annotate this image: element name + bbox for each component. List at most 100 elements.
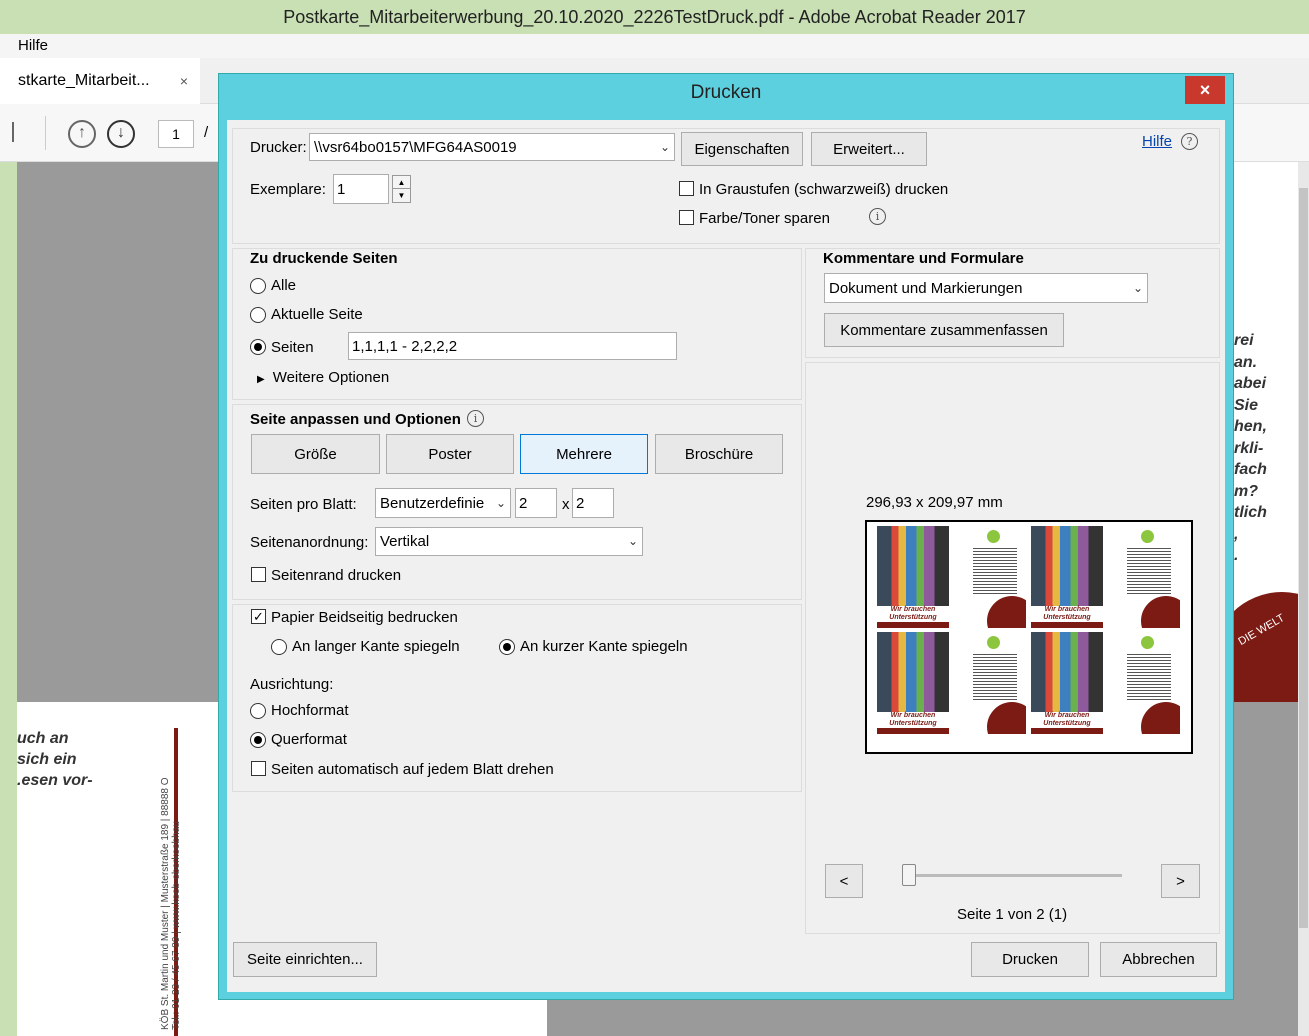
short-edge-radio[interactable] bbox=[499, 639, 515, 655]
save-toner-label: Farbe/Toner sparen bbox=[699, 210, 830, 227]
save-toner-checkbox[interactable] bbox=[679, 210, 694, 225]
preview-card: Wir brauchen Unterstützung bbox=[1031, 526, 1180, 628]
landscape-radio[interactable] bbox=[250, 732, 266, 748]
card-photo bbox=[1031, 526, 1103, 606]
stepper-down-icon[interactable]: ▼ bbox=[393, 189, 410, 202]
doc-text-line: Sie bbox=[1234, 396, 1259, 414]
pages-range-label: Seiten bbox=[271, 339, 314, 356]
landscape-label: Querformat bbox=[271, 731, 347, 748]
card-text bbox=[973, 548, 1017, 596]
card-wedge bbox=[987, 702, 1026, 734]
doc-text-line: .esen vor- bbox=[17, 772, 93, 789]
advanced-button[interactable]: Erweitert... bbox=[811, 132, 927, 166]
print-border-checkbox[interactable] bbox=[251, 567, 266, 582]
phone-line: Tel.: 01 23 / 45 67 89 | www.koeb-oberko… bbox=[171, 821, 182, 1030]
address-line: KÖB St. Martin und Muster | Musterstraße… bbox=[160, 777, 171, 1030]
card-caption-line: Wir brauchen bbox=[1044, 712, 1090, 719]
page-setup-button[interactable]: Seite einrichten... bbox=[233, 942, 377, 977]
doc-text-line: . bbox=[1234, 547, 1239, 564]
pages-per-sheet-label: Seiten pro Blatt: bbox=[250, 496, 357, 513]
document-left-text: uch an sich ein .esen vor- bbox=[17, 728, 93, 791]
pages-current-radio[interactable] bbox=[250, 307, 266, 323]
copies-input[interactable]: 1 bbox=[333, 174, 389, 204]
next-page-icon[interactable]: ↓ bbox=[107, 120, 135, 148]
comments-select[interactable]: Dokument und Markierungen ⌄ bbox=[824, 273, 1148, 303]
info-icon[interactable]: i bbox=[869, 208, 886, 225]
doc-text-line: abei bbox=[1234, 375, 1267, 392]
help-icon[interactable]: ? bbox=[1181, 133, 1198, 150]
preview-slider-thumb[interactable] bbox=[902, 864, 916, 886]
window-title: Postkarte_Mitarbeiterwerbung_20.10.2020_… bbox=[0, 0, 1309, 34]
card-caption-line: Unterstützung bbox=[889, 614, 937, 621]
next-page-button[interactable]: > bbox=[1161, 864, 1200, 898]
preview-card: Wir brauchen Unterstützung bbox=[877, 632, 1026, 734]
chevron-down-icon: ⌄ bbox=[659, 140, 670, 154]
printer-select[interactable]: \\vsr64bo0157\MFG64AS0019 ⌄ bbox=[309, 133, 675, 161]
short-edge-label: An kurzer Kante spiegeln bbox=[520, 638, 688, 655]
dialog-title: Drucken bbox=[690, 82, 762, 103]
pages-range-radio[interactable] bbox=[250, 339, 266, 355]
doc-text-line: fach bbox=[1234, 461, 1267, 478]
document-right-text: rei an. abei Sie hen, rkli- fach m? tlic… bbox=[1234, 330, 1267, 567]
page-number-input[interactable]: 1 bbox=[158, 120, 194, 148]
vertical-scrollbar[interactable] bbox=[1298, 162, 1309, 1036]
fit-info-icon[interactable]: i bbox=[467, 410, 484, 427]
tab-close-icon[interactable]: × bbox=[180, 58, 188, 104]
more-options-toggle[interactable]: ▶ Weitere Optionen bbox=[257, 369, 389, 386]
left-strip bbox=[0, 162, 17, 1036]
doc-text-line: tlich bbox=[1234, 504, 1267, 521]
duplex-checkbox[interactable]: ✓ bbox=[251, 609, 266, 624]
grayscale-checkbox[interactable] bbox=[679, 181, 694, 196]
portrait-radio[interactable] bbox=[250, 703, 266, 719]
doc-text-line: rkli- bbox=[1234, 439, 1264, 457]
columns-input[interactable]: 2 bbox=[515, 488, 557, 518]
zoom-search-icon[interactable] bbox=[2, 122, 14, 142]
document-page-right: rei an. abei Sie hen, rkli- fach m? tlic… bbox=[1232, 162, 1298, 702]
card-photo bbox=[1031, 632, 1103, 712]
preview-card: Wir brauchen Unterstützung bbox=[877, 526, 1026, 628]
poster-button[interactable]: Poster bbox=[386, 434, 514, 474]
triangle-right-icon: ▶ bbox=[257, 374, 265, 385]
preview-card: Wir brauchen Unterstützung bbox=[1031, 632, 1180, 734]
rows-input[interactable]: 2 bbox=[572, 488, 614, 518]
previous-page-icon[interactable]: ↑ bbox=[68, 120, 96, 148]
close-button[interactable]: × bbox=[1185, 76, 1225, 104]
cancel-button[interactable]: Abbrechen bbox=[1100, 942, 1217, 977]
card-bar bbox=[1031, 622, 1103, 628]
card-photo bbox=[877, 632, 949, 712]
pages-all-radio[interactable] bbox=[250, 278, 266, 294]
pages-range-input[interactable]: 1,1,1,1 - 2,2,2,2 bbox=[348, 332, 677, 360]
menu-help[interactable]: Hilfe bbox=[18, 37, 48, 54]
card-caption: Wir brauchen Unterstützung bbox=[877, 712, 949, 728]
card-caption-line: Wir brauchen bbox=[1044, 606, 1090, 613]
order-select[interactable]: Vertikal ⌄ bbox=[375, 527, 643, 556]
stepper-up-icon[interactable]: ▲ bbox=[393, 176, 410, 189]
summarize-comments-button[interactable]: Kommentare zusammenfassen bbox=[824, 313, 1064, 347]
print-button[interactable]: Drucken bbox=[971, 942, 1089, 977]
card-text bbox=[973, 654, 1017, 702]
pages-all-label: Alle bbox=[271, 277, 297, 294]
long-edge-radio[interactable] bbox=[271, 639, 287, 655]
paper-dimensions: 296,93 x 209,97 mm bbox=[866, 494, 1003, 511]
card-logo bbox=[1141, 530, 1154, 543]
times-label: x bbox=[562, 496, 570, 513]
booklet-button[interactable]: Broschüre bbox=[655, 434, 783, 474]
multiple-button[interactable]: Mehrere bbox=[520, 434, 648, 474]
pages-per-sheet-select[interactable]: Benutzerdefinie ⌄ bbox=[375, 488, 511, 518]
help-link[interactable]: Hilfe bbox=[1142, 133, 1172, 150]
card-bar bbox=[1031, 728, 1103, 734]
card-caption-line: Wir brauchen bbox=[890, 606, 936, 613]
doc-text-line: m? bbox=[1234, 482, 1258, 500]
print-preview: Wir brauchen Unterstützung Wir brauchen Un… bbox=[865, 520, 1193, 754]
card-caption: Wir brauchen Unterstützung bbox=[1031, 712, 1103, 728]
properties-button[interactable]: Eigenschaften bbox=[681, 132, 803, 166]
card-wedge bbox=[1141, 702, 1180, 734]
scrollbar-thumb[interactable] bbox=[1299, 188, 1308, 928]
document-tab[interactable]: stkarte_Mitarbeit... × bbox=[0, 58, 200, 104]
prev-page-button[interactable]: < bbox=[825, 864, 863, 898]
auto-rotate-checkbox[interactable] bbox=[251, 761, 266, 776]
size-button[interactable]: Größe bbox=[251, 434, 380, 474]
copies-stepper[interactable]: ▲ ▼ bbox=[392, 175, 411, 203]
preview-slider-track[interactable] bbox=[908, 874, 1122, 877]
copies-label: Exemplare: bbox=[250, 181, 326, 198]
